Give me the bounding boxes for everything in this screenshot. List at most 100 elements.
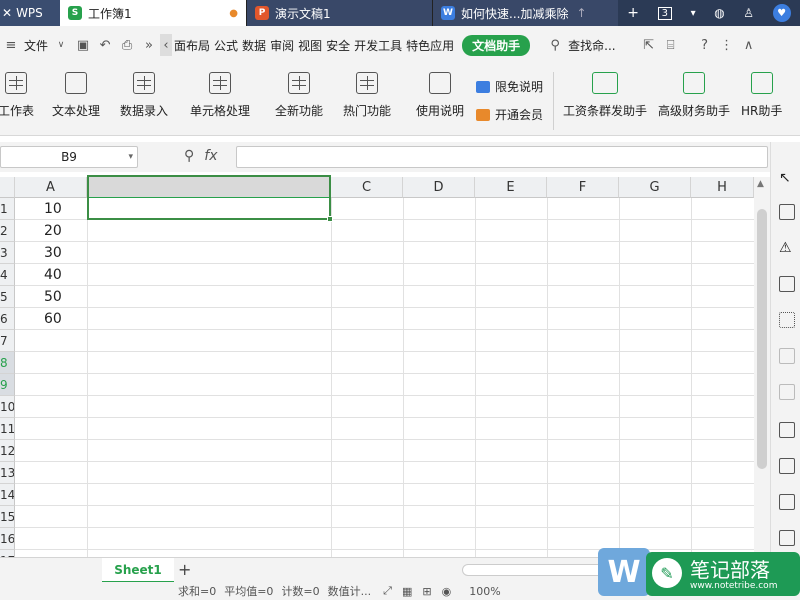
menu-file[interactable]: 文件 <box>22 37 50 54</box>
fullscreen-icon[interactable]: ⤢ <box>383 584 392 598</box>
row-header[interactable]: 5 <box>0 286 15 308</box>
scroll-thumb[interactable] <box>757 209 767 469</box>
zoom-level[interactable]: 100% <box>469 585 500 598</box>
row-header[interactable]: 6 <box>0 308 15 330</box>
row-header[interactable]: 15 <box>0 506 15 528</box>
help-icon[interactable]: ? <box>694 34 716 56</box>
share-icon[interactable]: ⇱ <box>638 34 660 56</box>
menu-review[interactable]: 审阅 <box>268 37 296 54</box>
archive-icon[interactable] <box>779 494 795 510</box>
cell-a1[interactable]: 10 <box>44 198 62 220</box>
column-header-e[interactable]: E <box>475 177 547 198</box>
hamburger-menu-icon[interactable]: ≡ <box>0 34 22 56</box>
menu-security[interactable]: 安全 <box>324 37 352 54</box>
collab-icon[interactable]: ⌸ <box>660 34 682 56</box>
spreadsheet-grid[interactable]: A B C D E F G H 123456789101112131415161… <box>0 177 754 572</box>
hot-features-button[interactable]: 热门功能 <box>343 72 391 119</box>
tab-workbook[interactable]: S 工作簿1 ● <box>60 0 246 26</box>
row-header[interactable]: 16 <box>0 528 15 550</box>
style-icon[interactable]: ⚠ <box>779 240 795 256</box>
more-chevron-icon[interactable]: » <box>138 34 160 56</box>
tab-presentation[interactable]: P 演示文稿1 <box>246 0 432 26</box>
normal-view-icon[interactable]: ▦ <box>402 585 412 598</box>
search-command[interactable]: 查找命... <box>566 37 617 54</box>
new-features-button[interactable]: 全新功能 <box>275 72 323 119</box>
menu-special[interactable]: 特色应用 <box>404 37 456 54</box>
row-header[interactable]: 10 <box>0 396 15 418</box>
column-header-c[interactable]: C <box>331 177 403 198</box>
account-icon[interactable]: ♥ <box>772 4 791 22</box>
row-header[interactable]: 14 <box>0 484 15 506</box>
name-box[interactable]: B9 ▾ <box>0 146 138 168</box>
formula-input[interactable] <box>236 146 768 168</box>
row-header[interactable]: 13 <box>0 462 15 484</box>
worksheet-button[interactable]: 工作表 <box>0 72 34 119</box>
export-icon[interactable] <box>779 458 795 474</box>
scroll-up-icon[interactable]: ▲ <box>757 179 764 189</box>
row-header[interactable]: 12 <box>0 440 15 462</box>
menu-developer[interactable]: 开发工具 <box>352 37 404 54</box>
sheet-tab-sheet1[interactable]: Sheet1 <box>102 558 174 583</box>
tab-document[interactable]: W 如何快速...加减乘除 ↑ <box>432 0 618 26</box>
picture-icon[interactable] <box>779 530 795 546</box>
usage-guide-button[interactable]: 使用说明 <box>416 72 464 119</box>
vertical-scrollbar[interactable]: ▲ <box>754 177 770 557</box>
column-header-h[interactable]: H <box>691 177 754 198</box>
page-view-icon[interactable]: ⊞ <box>422 585 431 598</box>
file-chevron-icon[interactable]: ∨ <box>50 34 72 56</box>
cell-a5[interactable]: 50 <box>44 286 62 308</box>
menu-formula[interactable]: 公式 <box>212 37 240 54</box>
menu-chevron-icon[interactable]: ▾ <box>691 8 696 19</box>
zoom-formula-icon[interactable]: ⚲ <box>184 148 194 164</box>
doc-assistant-button[interactable]: 文档助手 <box>462 34 531 56</box>
menu-view[interactable]: 视图 <box>296 37 324 54</box>
cell-a3[interactable]: 30 <box>44 242 62 264</box>
scroll-left-icon[interactable]: ‹ <box>160 34 173 56</box>
column-header-a[interactable]: A <box>15 177 87 198</box>
row-header[interactable]: 3 <box>0 242 15 264</box>
cursor-icon[interactable]: ↖ <box>779 170 795 186</box>
cell-processing-button[interactable]: 单元格处理 <box>190 72 250 119</box>
column-header-f[interactable]: F <box>547 177 619 198</box>
vip-button[interactable]: 开通会员 <box>476 106 543 123</box>
column-header-d[interactable]: D <box>403 177 475 198</box>
undo-icon[interactable]: ↶ <box>94 34 116 56</box>
hr-tool-button[interactable]: HR助手 <box>741 72 782 119</box>
save-icon[interactable]: ▣ <box>72 34 94 56</box>
row-header[interactable]: 2 <box>0 220 15 242</box>
tab-count-badge[interactable]: 3 <box>657 6 672 20</box>
data-entry-button[interactable]: 数据录入 <box>120 72 168 119</box>
more-icon[interactable]: ⋮ <box>716 34 738 56</box>
menu-page-layout[interactable]: 面布局 <box>172 37 212 54</box>
image-icon[interactable] <box>779 422 795 438</box>
row-header[interactable]: 1 <box>0 198 15 220</box>
print-icon[interactable]: ⎙ <box>116 34 138 56</box>
shapes-icon[interactable] <box>779 204 795 220</box>
cell-a4[interactable]: 40 <box>44 264 62 286</box>
select-all-corner[interactable] <box>0 177 15 198</box>
add-sheet-plus-icon[interactable]: + <box>178 560 191 579</box>
cell-a6[interactable]: 60 <box>44 308 62 330</box>
finance-tool-button[interactable]: 高级财务助手 <box>658 72 730 119</box>
new-tab-plus-icon[interactable]: + <box>627 5 639 21</box>
row-header[interactable]: 11 <box>0 418 15 440</box>
status-numeric-count[interactable]: 数值计... <box>328 583 372 599</box>
table-icon[interactable] <box>779 276 795 292</box>
tab-wps[interactable]: ✕ WPS <box>0 0 60 26</box>
fx-icon[interactable]: fx <box>204 148 217 164</box>
free-limit-button[interactable]: 限免说明 <box>476 78 543 95</box>
text-processing-button[interactable]: 文本处理 <box>52 72 100 119</box>
collapse-ribbon-icon[interactable]: ∧ <box>738 34 760 56</box>
row-header[interactable]: 4 <box>0 264 15 286</box>
reading-view-icon[interactable]: ◉ <box>442 585 452 598</box>
cell-a2[interactable]: 20 <box>44 220 62 242</box>
row-header[interactable]: 7 <box>0 330 15 352</box>
skin-icon[interactable]: ◍ <box>714 6 724 20</box>
chevron-down-icon[interactable]: ▾ <box>128 152 133 162</box>
payroll-tool-button[interactable]: 工资条群发助手 <box>563 72 647 119</box>
row-header[interactable]: 9 <box>0 374 15 396</box>
grid-tools-icon[interactable] <box>779 312 795 328</box>
row-header[interactable]: 8 <box>0 352 15 374</box>
column-header-g[interactable]: G <box>619 177 691 198</box>
selection-range[interactable] <box>87 175 331 220</box>
